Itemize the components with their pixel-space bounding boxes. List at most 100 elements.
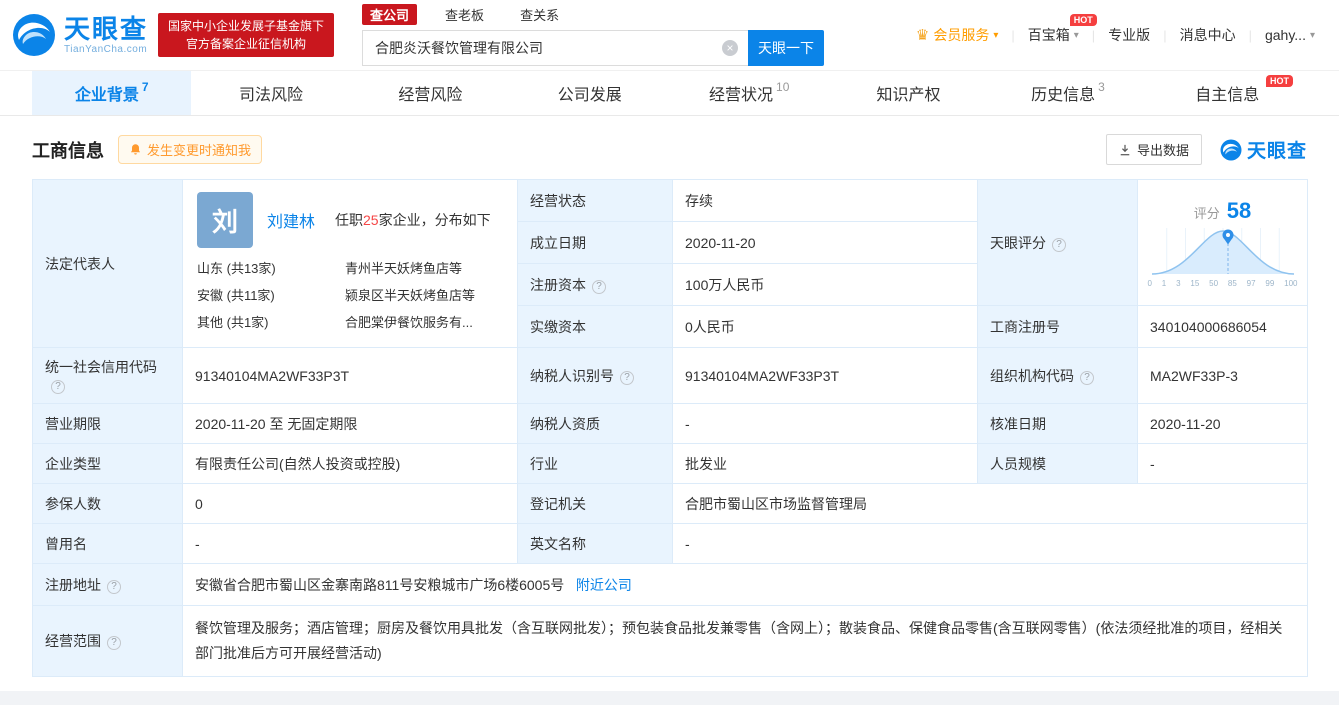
- field-label-org-code: 组织机构代码?: [977, 347, 1138, 404]
- tab-judicial-risk[interactable]: 司法风险: [191, 71, 350, 115]
- export-data-button[interactable]: 导出数据: [1105, 134, 1202, 165]
- field-label-registered-capital: 注册资本?: [517, 263, 673, 306]
- divider: |: [1248, 27, 1252, 43]
- field-value-status: 存续: [672, 179, 978, 222]
- section-title: 工商信息: [32, 140, 104, 161]
- field-label-legal-representative: 法定代表人: [32, 179, 183, 348]
- gov-certification-badge: 国家中小企业发展子基金旗下 官方备案企业征信机构: [158, 13, 335, 57]
- field-label-credit-code: 统一社会信用代码?: [32, 347, 183, 404]
- tianyan-score-cell: 评分 58 0 1 3 15 50 85 97 99 100: [1137, 179, 1308, 306]
- field-label-company-type: 企业类型: [32, 443, 183, 484]
- help-icon[interactable]: ?: [107, 579, 121, 594]
- company-link[interactable]: 颍泉区半天妖烤鱼店等: [345, 285, 503, 304]
- field-value-industry: 批发业: [672, 443, 978, 484]
- field-label-business-term: 营业期限: [32, 403, 183, 444]
- help-icon[interactable]: ?: [107, 636, 121, 651]
- field-value-established: 2020-11-20: [672, 221, 978, 264]
- company-section-tabs: 企业背景 7 司法风险 经营风险 公司发展 经营状况 10 知识产权 历史信息 …: [0, 70, 1339, 116]
- download-icon: [1120, 144, 1130, 155]
- field-value-insured-count: 0: [182, 483, 518, 524]
- field-value-taxpayer-quality: -: [672, 403, 978, 444]
- search-tab-company[interactable]: 查公司: [362, 4, 418, 25]
- company-link[interactable]: 青州半天妖烤鱼店等: [345, 258, 503, 277]
- field-value-credit-code: 91340104MA2WF33P3T: [182, 347, 518, 404]
- field-label-taxpayer-id: 纳税人识别号?: [517, 347, 673, 404]
- chevron-down-icon: ▾: [993, 29, 999, 41]
- header-nav: ♛ 会员服务 ▾ | HOT 百宝箱 ▾ | 专业版 | 消息中心 | gahy…: [916, 14, 1315, 45]
- field-value-registered-capital: 100万人民币: [672, 263, 978, 306]
- business-info-table: 法定代表人 刘 刘建林 任职25家企业，分布如下 山东 (共13家) 青州半天妖…: [32, 179, 1308, 678]
- field-value-staff-size: -: [1137, 443, 1308, 484]
- nav-toolbox[interactable]: HOT 百宝箱 ▾: [1028, 14, 1097, 45]
- help-icon[interactable]: ?: [592, 279, 606, 294]
- legal-representative-cell: 刘 刘建林 任职25家企业，分布如下 山东 (共13家) 青州半天妖烤鱼店等 安…: [182, 179, 518, 348]
- company-link[interactable]: 合肥棠伊餐饮服务有...: [345, 312, 503, 331]
- divider: |: [1091, 27, 1096, 43]
- field-label-staff-size: 人员规模: [977, 443, 1138, 484]
- field-value-business-term: 2020-11-20 至 无固定期限: [182, 403, 518, 444]
- search-input[interactable]: [362, 30, 749, 66]
- tab-self-published-info[interactable]: 自主信息 HOT: [1148, 71, 1307, 115]
- tab-operating-status[interactable]: 经营状况 10: [670, 71, 829, 115]
- field-label-former-name: 曾用名: [32, 523, 183, 564]
- field-label-business-scope: 经营范围?: [32, 604, 183, 678]
- field-label-taxpayer-quality: 纳税人资质: [517, 403, 673, 444]
- tianyancha-watermark: 天眼查: [1220, 136, 1307, 163]
- tab-company-development[interactable]: 公司发展: [510, 71, 669, 115]
- field-value-org-code: MA2WF33P-3: [1137, 347, 1308, 404]
- logo-eye-icon: [13, 14, 55, 56]
- field-label-registered-address: 注册地址?: [32, 563, 183, 606]
- bell-icon: [130, 144, 141, 155]
- nav-message-center[interactable]: 消息中心: [1180, 25, 1236, 45]
- brand-name: 天眼查: [64, 14, 149, 45]
- field-label-paid-capital: 实缴资本: [517, 305, 673, 348]
- tab-count: 7: [141, 80, 149, 94]
- footer-band: [0, 691, 1339, 705]
- help-icon[interactable]: ?: [51, 380, 65, 394]
- score-axis: 0 1 3 15 50 85 97 99 100: [1147, 278, 1298, 288]
- chevron-down-icon: ▾: [1073, 29, 1079, 41]
- divider: |: [1163, 27, 1167, 43]
- nav-member-services[interactable]: ♛ 会员服务 ▾: [916, 25, 998, 45]
- tab-count: 3: [1098, 80, 1105, 94]
- top-header: 天眼查 TianYanCha.com 国家中小企业发展子基金旗下 官方备案企业征…: [0, 0, 1339, 70]
- field-value-registration-number: 340104000686054: [1137, 305, 1308, 348]
- brand-domain: TianYanCha.com: [64, 43, 148, 55]
- field-value-registered-address: 安徽省合肥市蜀山区金寨南路811号安粮城市广场6楼6005号 附近公司: [182, 563, 1308, 606]
- logo-eye-icon: [1220, 139, 1242, 160]
- search-tab-relation[interactable]: 查关系: [512, 4, 567, 25]
- nav-pro-version[interactable]: 专业版: [1108, 25, 1150, 45]
- clear-search-icon[interactable]: ×: [722, 40, 739, 56]
- tab-history-info[interactable]: 历史信息 3: [988, 71, 1147, 115]
- tab-operational-risk[interactable]: 经营风险: [351, 71, 510, 115]
- field-value-approval-date: 2020-11-20: [1137, 403, 1308, 444]
- tab-company-background[interactable]: 企业背景 7: [32, 71, 192, 115]
- search-tab-boss[interactable]: 查老板: [437, 4, 492, 25]
- field-label-industry: 行业: [517, 443, 673, 484]
- search-button[interactable]: 天眼一下: [748, 30, 825, 66]
- field-label-english-name: 英文名称: [517, 523, 673, 564]
- nearby-companies-link[interactable]: 附近公司: [576, 577, 632, 593]
- nav-user-account[interactable]: gahy... ▾: [1265, 27, 1315, 43]
- field-value-english-name: -: [672, 523, 1308, 564]
- field-value-business-scope: 餐饮管理及服务；酒店管理；厨房及餐饮用具批发（含互联网批发）；预包装食品批发兼零…: [182, 604, 1308, 678]
- tenure-distribution: 山东 (共13家) 青州半天妖烤鱼店等 安徽 (共11家) 颍泉区半天妖烤鱼店等…: [197, 258, 503, 331]
- score-distribution-chart: [1151, 227, 1294, 275]
- field-label-registration-number: 工商注册号: [977, 305, 1138, 348]
- help-icon[interactable]: ?: [620, 370, 634, 385]
- help-icon[interactable]: ?: [1080, 370, 1094, 385]
- avatar[interactable]: 刘: [197, 192, 253, 248]
- chevron-down-icon: ▾: [1309, 29, 1315, 41]
- legal-representative-link[interactable]: 刘建林: [267, 208, 315, 232]
- field-value-paid-capital: 0人民币: [672, 305, 978, 348]
- field-label-insured-count: 参保人数: [32, 483, 183, 524]
- tenure-summary: 任职25家企业，分布如下: [335, 212, 491, 228]
- help-icon[interactable]: ?: [1052, 237, 1066, 252]
- business-info-section-header: 工商信息 发生变更时通知我 导出数据 天眼查: [32, 134, 1307, 165]
- hot-badge: HOT: [1266, 75, 1293, 87]
- field-label-established: 成立日期: [517, 221, 673, 264]
- field-value-company-type: 有限责任公司(自然人投资或控股): [182, 443, 518, 484]
- notify-on-change-button[interactable]: 发生变更时通知我: [118, 135, 263, 164]
- tab-intellectual-property[interactable]: 知识产权: [829, 71, 988, 115]
- tianyancha-logo[interactable]: 天眼查 TianYanCha.com: [12, 13, 148, 57]
